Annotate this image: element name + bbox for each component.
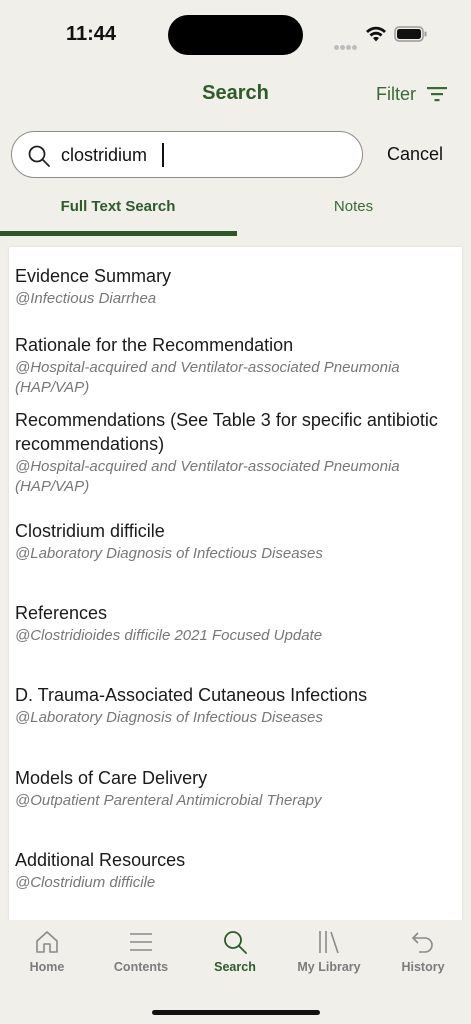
menu-icon — [130, 933, 152, 951]
wifi-icon — [366, 26, 386, 42]
cancel-button[interactable]: Cancel — [387, 144, 443, 165]
filter-label: Filter — [376, 83, 416, 104]
result-source: @Hospital-acquired and Ventilator-associ… — [15, 359, 400, 396]
dynamic-island — [168, 15, 303, 55]
tab-bar-label: Home — [29, 960, 65, 974]
result-title: Models of Care Delivery — [15, 768, 208, 788]
filter-icon — [427, 87, 447, 102]
result-title: D. Trauma-Associated Cutaneous Infection… — [15, 685, 368, 705]
tab-bar-label: History — [401, 960, 445, 974]
tab-bar-home[interactable]: Home — [0, 926, 94, 984]
tab-bar-search[interactable]: Search — [188, 926, 282, 984]
text-caret — [162, 143, 164, 167]
tab-bar-label: My Library — [297, 960, 361, 974]
result-source: @Outpatient Parenteral Antimicrobial The… — [15, 792, 322, 809]
result-title: Rationale for the Recommendation — [15, 335, 294, 355]
search-box[interactable] — [11, 131, 363, 178]
nav-bar: Search Filter — [0, 70, 471, 120]
search-input[interactable] — [61, 142, 351, 168]
home-icon — [36, 931, 58, 953]
library-icon — [319, 931, 339, 954]
result-title: Recommendations (See Table 3 for specifi… — [15, 410, 438, 454]
result-title: Clostridium difficile — [15, 521, 165, 541]
tab-bar-label: Contents — [113, 960, 169, 974]
result-item[interactable]: Models of Care Delivery @Outpatient Pare… — [15, 766, 459, 811]
result-source: @Laboratory Diagnosis of Infectious Dise… — [15, 545, 323, 562]
result-item[interactable]: Rationale for the Recommendation @Hospit… — [15, 333, 459, 398]
result-source: @Laboratory Diagnosis of Infectious Dise… — [15, 709, 323, 726]
tab-bar-label: Search — [214, 960, 256, 974]
result-item[interactable]: Clostridium difficile @Laboratory Diagno… — [15, 519, 459, 564]
result-item[interactable]: Additional Resources @Clostridium diffic… — [15, 848, 459, 893]
result-item[interactable]: D. Trauma-Associated Cutaneous Infection… — [15, 683, 459, 728]
result-item[interactable]: References @Clostridioides difficile 202… — [15, 601, 459, 646]
result-title: Evidence Summary — [15, 266, 172, 286]
result-title: Additional Resources — [15, 850, 186, 870]
result-source: @Hospital-acquired and Ventilator-associ… — [15, 458, 400, 495]
active-tab-indicator — [0, 231, 237, 236]
result-source: @Infectious Diarrhea — [15, 290, 157, 307]
tab-bar-contents[interactable]: Contents — [94, 926, 188, 984]
tab-notes[interactable]: Notes — [236, 190, 471, 238]
result-source: @Clostridioides difficile 2021 Focused U… — [15, 627, 323, 644]
result-item[interactable]: Recommendations (See Table 3 for specifi… — [15, 408, 459, 497]
filter-button[interactable]: Filter — [376, 80, 448, 108]
home-indicator — [152, 1010, 320, 1015]
result-title: References — [15, 603, 108, 623]
result-source: @Clostridium difficile — [15, 874, 156, 891]
search-icon — [28, 145, 50, 167]
tab-bar-history[interactable]: History — [376, 926, 470, 984]
status-bar: 11:44 — [0, 0, 471, 70]
battery-icon — [394, 26, 427, 42]
results-list[interactable]: Evidence Summary @Infectious Diarrhea Ra… — [9, 247, 462, 922]
bottom-tab-bar: Home Contents Search My Library History — [0, 920, 471, 1024]
cellular-signal-icon — [334, 37, 358, 55]
status-time: 11:44 — [66, 23, 117, 45]
history-icon — [412, 932, 433, 953]
search-row: Cancel — [0, 130, 471, 180]
search-tabs: Full Text Search Notes — [0, 190, 471, 238]
result-item[interactable]: Evidence Summary @Infectious Diarrhea — [15, 264, 459, 309]
search-icon — [224, 931, 247, 954]
tab-bar-my-library[interactable]: My Library — [282, 926, 376, 984]
